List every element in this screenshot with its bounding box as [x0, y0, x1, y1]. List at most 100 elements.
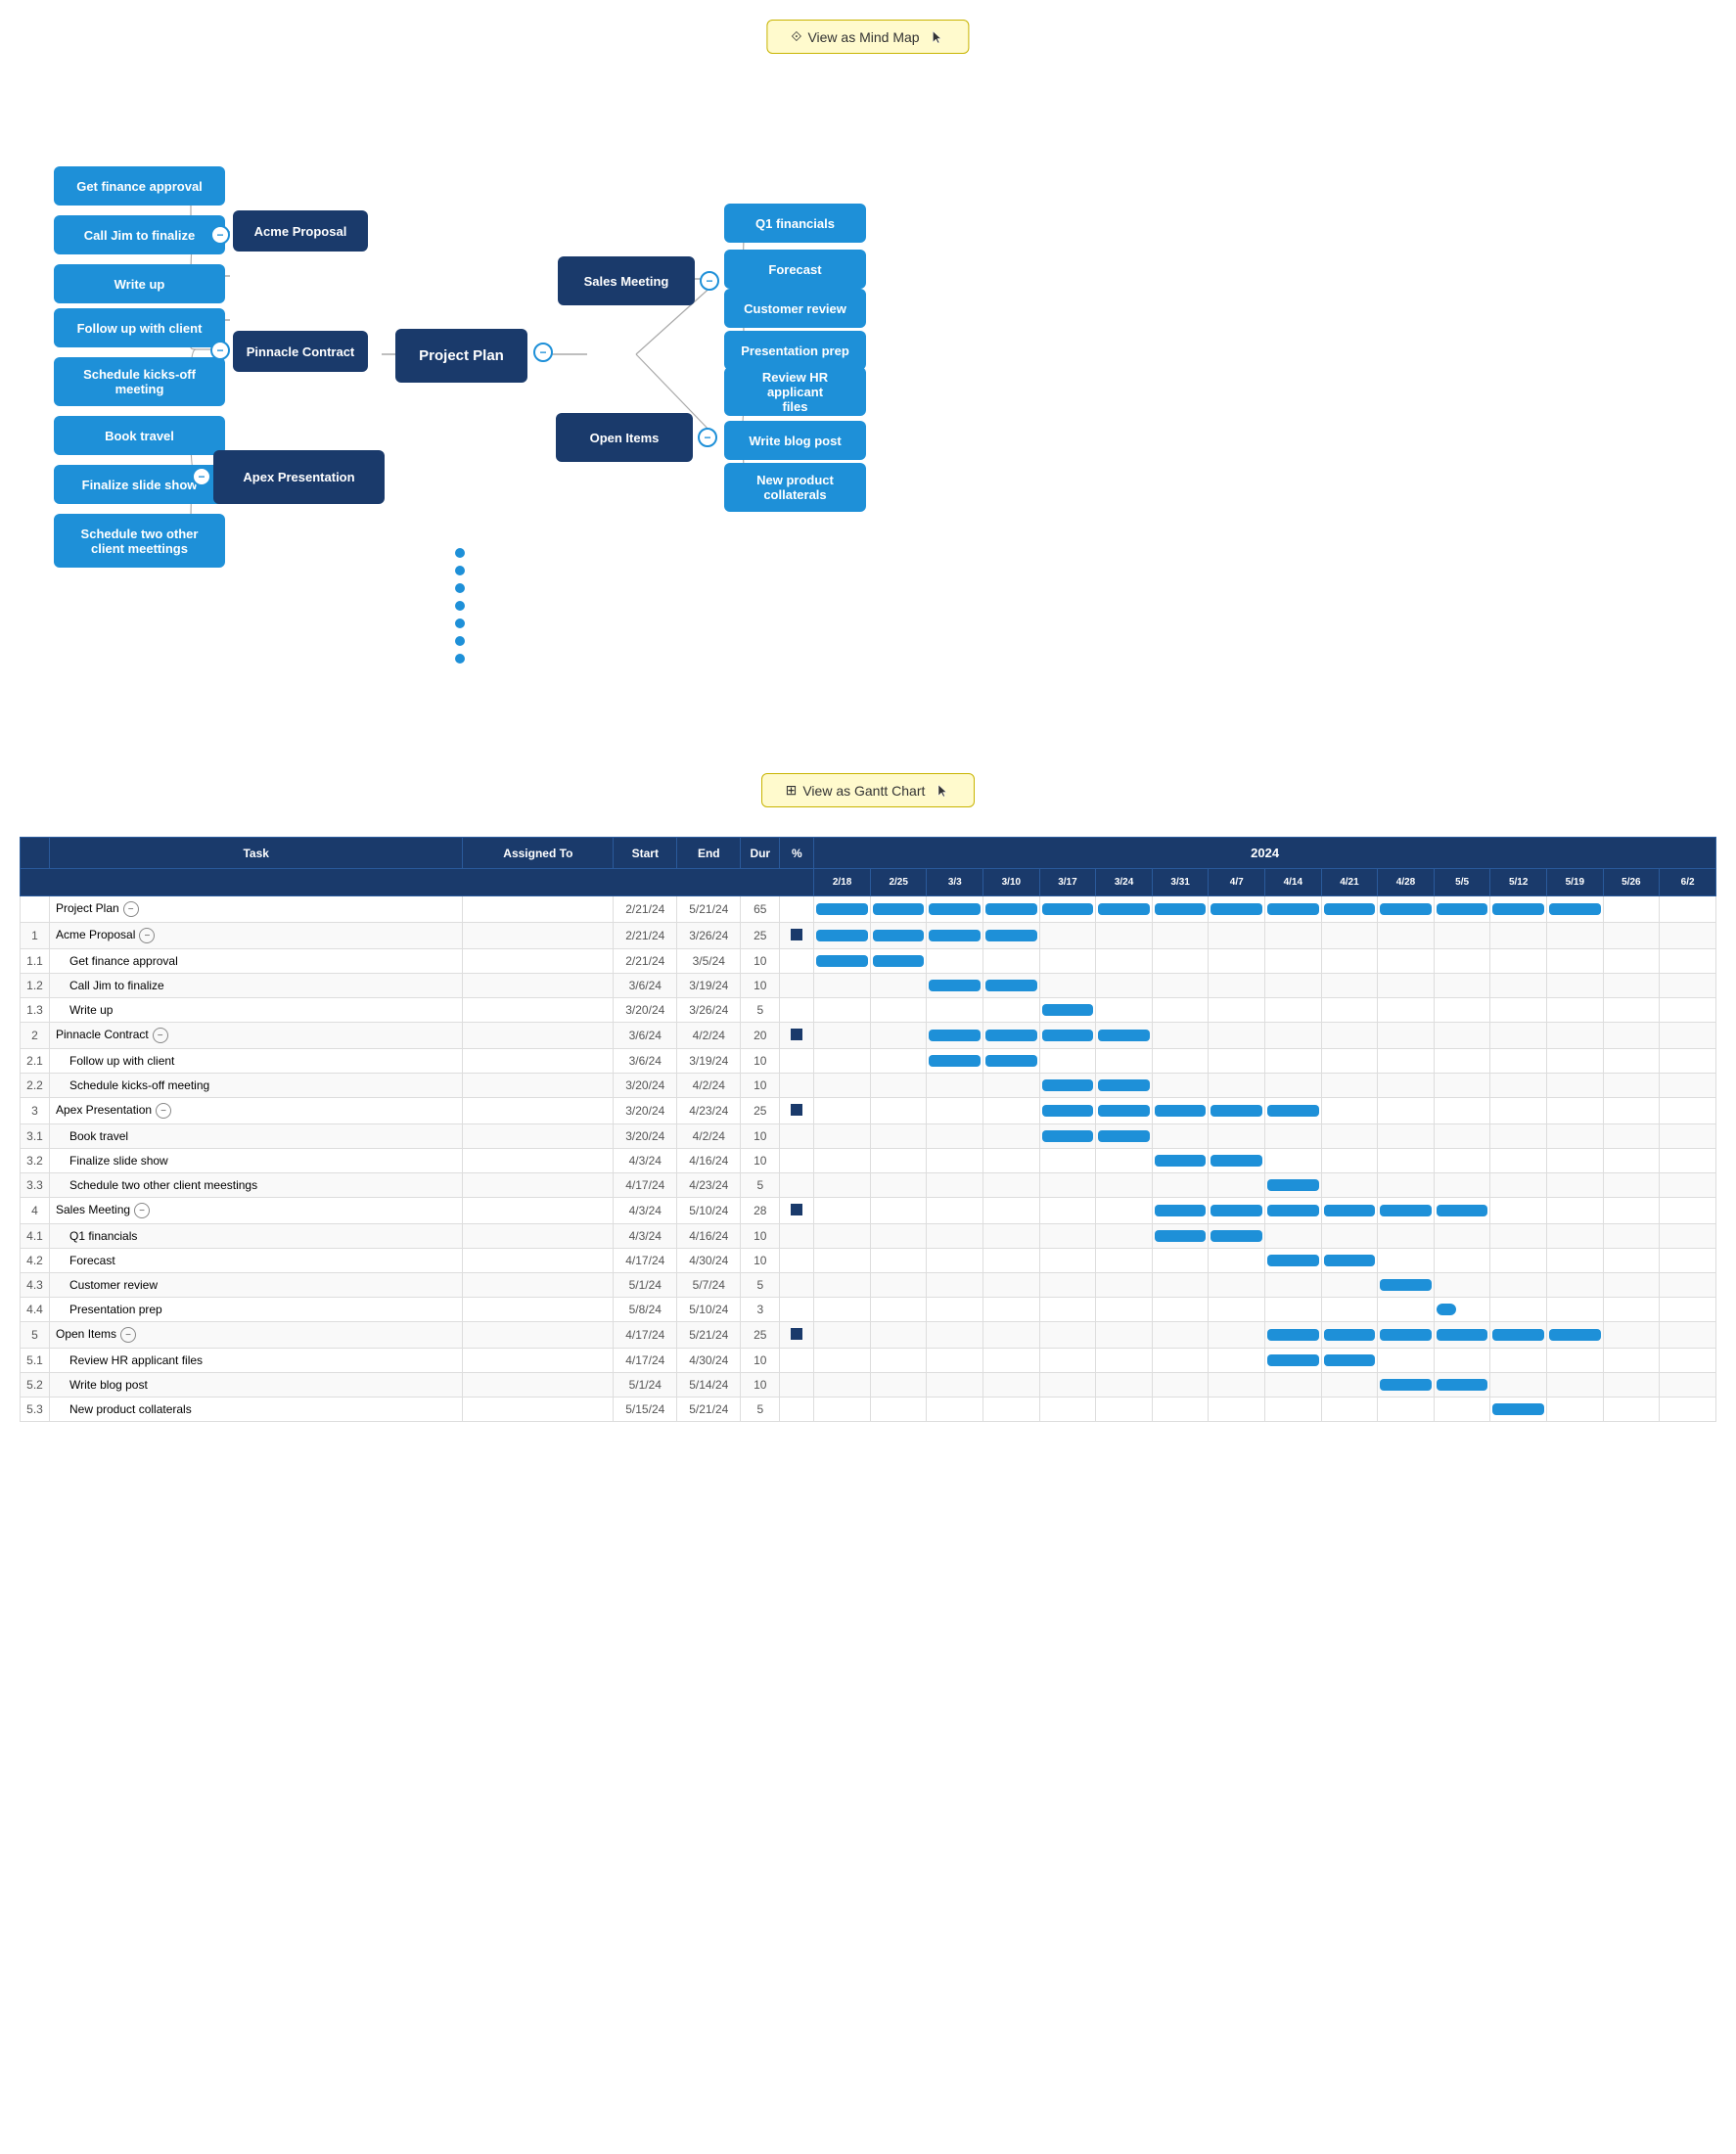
gantt-bar	[1211, 1205, 1262, 1216]
col-id	[21, 838, 50, 869]
row-end: 5/21/24	[677, 1322, 741, 1349]
row-end: 3/19/24	[677, 974, 741, 998]
gantt-cell	[814, 1398, 871, 1422]
node-review-hr[interactable]: Review HR applicantfiles	[724, 367, 866, 416]
collapse-btn[interactable]: −	[134, 1203, 150, 1218]
gantt-cell	[1660, 923, 1716, 949]
collapse-pinnacle[interactable]: −	[210, 341, 230, 360]
table-row: 5Open Items−4/17/245/21/2425	[21, 1322, 1716, 1349]
gantt-cell	[1490, 1224, 1547, 1249]
collapse-btn[interactable]: −	[139, 928, 155, 943]
node-q1-financials[interactable]: Q1 financials	[724, 204, 866, 243]
gantt-cell	[1039, 1149, 1096, 1173]
gantt-cell	[1603, 1322, 1660, 1349]
node-project-plan[interactable]: Project Plan	[395, 329, 527, 383]
node-write-up-acme[interactable]: Write up	[54, 264, 225, 303]
collapse-open-items[interactable]: −	[698, 428, 717, 447]
gantt-cell	[1660, 1349, 1716, 1373]
gantt-cell	[1660, 1124, 1716, 1149]
node-pinnacle-contract[interactable]: Pinnacle Contract	[233, 331, 368, 372]
collapse-apex-left[interactable]: −	[192, 467, 211, 486]
gantt-bar	[1437, 1304, 1456, 1315]
gantt-cell	[870, 1298, 927, 1322]
node-schedule-two[interactable]: Schedule two otherclient meettings	[54, 514, 225, 568]
table-row: 5.3New product collaterals5/15/245/21/24…	[21, 1398, 1716, 1422]
row-task-name: Book travel	[50, 1124, 463, 1149]
row-id: 4.4	[21, 1298, 50, 1322]
node-presentation-prep[interactable]: Presentation prep	[724, 331, 866, 370]
node-schedule-kicksoff[interactable]: Schedule kicks-offmeeting	[54, 357, 225, 406]
node-acme-proposal[interactable]: Acme Proposal	[233, 210, 368, 252]
node-follow-up[interactable]: Follow up with client	[54, 308, 225, 347]
node-forecast[interactable]: Forecast	[724, 250, 866, 289]
row-start: 2/21/24	[614, 923, 677, 949]
row-task-name: Review HR applicant files	[50, 1349, 463, 1373]
node-new-product[interactable]: New productcollaterals	[724, 463, 866, 512]
node-get-finance-approval[interactable]: Get finance approval	[54, 166, 225, 206]
gantt-cell	[1039, 923, 1096, 949]
gantt-cell	[1490, 998, 1547, 1023]
node-open-items[interactable]: Open Items	[556, 413, 693, 462]
row-start: 4/17/24	[614, 1349, 677, 1373]
gantt-cell	[870, 1373, 927, 1398]
gantt-cell	[1378, 1273, 1435, 1298]
gantt-cell	[1265, 1098, 1322, 1124]
row-end: 4/23/24	[677, 1098, 741, 1124]
node-write-blog[interactable]: Write blog post	[724, 421, 866, 460]
collapse-sales[interactable]: −	[700, 271, 719, 291]
gantt-cell	[1265, 1173, 1322, 1198]
collapse-acme[interactable]: −	[210, 225, 230, 245]
gantt-cell	[927, 949, 983, 974]
gantt-cell	[1321, 974, 1378, 998]
gantt-cell	[983, 1249, 1040, 1273]
view-gantt-button[interactable]: ⊞ View as Gantt Chart	[761, 773, 976, 807]
gantt-cell	[1603, 1373, 1660, 1398]
gantt-cell	[1660, 1098, 1716, 1124]
node-book-travel[interactable]: Book travel	[54, 416, 225, 455]
row-assigned	[463, 949, 614, 974]
row-pct	[780, 1373, 814, 1398]
gantt-cell	[1152, 1373, 1209, 1398]
row-start: 3/20/24	[614, 998, 677, 1023]
gantt-cell	[1152, 1023, 1209, 1049]
gantt-cell	[1209, 1074, 1265, 1098]
view-mindmap-button[interactable]: ⟐ View as Mind Map	[766, 20, 969, 54]
node-customer-review[interactable]: Customer review	[724, 289, 866, 328]
row-task-name: Customer review	[50, 1273, 463, 1298]
row-pct	[780, 974, 814, 998]
gantt-cell	[1603, 1173, 1660, 1198]
gantt-cell	[870, 1049, 927, 1074]
mindmap-canvas: Get finance approval Call Jim to finaliz…	[0, 88, 1736, 695]
row-assigned	[463, 1298, 614, 1322]
node-call-jim[interactable]: Call Jim to finalize	[54, 215, 225, 254]
node-sales-meeting[interactable]: Sales Meeting	[558, 256, 695, 305]
gantt-cell	[1321, 1373, 1378, 1398]
gantt-cell	[1660, 1273, 1716, 1298]
gantt-cell	[1660, 1224, 1716, 1249]
gantt-cell	[1490, 1173, 1547, 1198]
gantt-cell	[1378, 1049, 1435, 1074]
gantt-bar	[929, 1055, 981, 1067]
gantt-bar	[1211, 1155, 1262, 1167]
collapse-center-right[interactable]: −	[533, 343, 553, 362]
row-pct	[780, 923, 814, 949]
gantt-cell	[1321, 949, 1378, 974]
row-task-name: New product collaterals	[50, 1398, 463, 1422]
gantt-cell	[870, 1322, 927, 1349]
gantt-cell	[927, 1249, 983, 1273]
gantt-cell	[1321, 896, 1378, 923]
node-apex-presentation[interactable]: Apex Presentation	[213, 450, 385, 504]
collapse-btn[interactable]: −	[123, 901, 139, 917]
collapse-btn[interactable]: −	[153, 1028, 168, 1043]
row-task-name: Open Items−	[50, 1322, 463, 1349]
collapse-btn[interactable]: −	[120, 1327, 136, 1343]
gantt-cell	[1434, 923, 1490, 949]
gantt-cell	[1378, 1298, 1435, 1322]
date-col-5-12: 5/12	[1490, 869, 1547, 896]
gantt-cell	[1209, 1273, 1265, 1298]
collapse-btn[interactable]: −	[156, 1103, 171, 1119]
gantt-cell	[1152, 1198, 1209, 1224]
gantt-cell	[983, 1373, 1040, 1398]
table-row: 3.3Schedule two other client meestings4/…	[21, 1173, 1716, 1198]
gantt-cell	[814, 1249, 871, 1273]
